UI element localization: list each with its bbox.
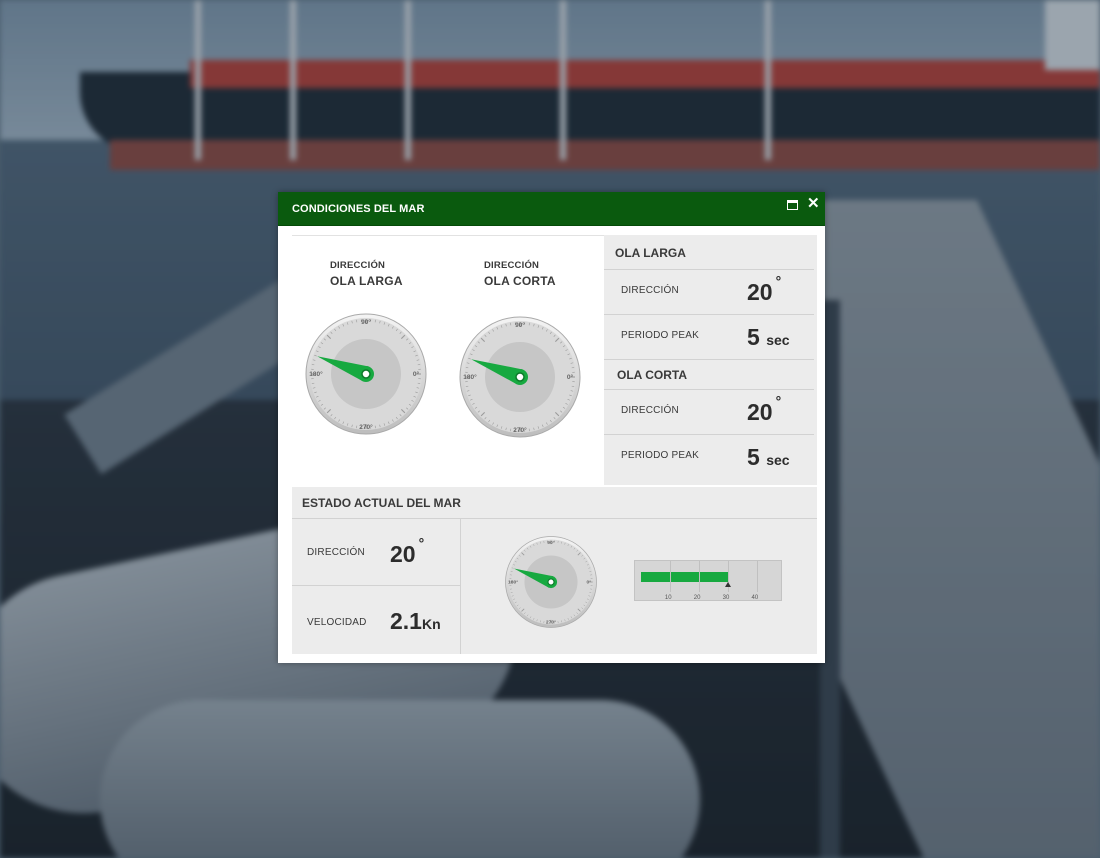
speed-bar-fill — [641, 572, 728, 582]
short-wave-gauge-label-big: OLA CORTA — [484, 274, 556, 288]
short-wave-direction-unit: ° — [775, 393, 782, 409]
short-wave-gauge-label-small: DIRECCIÓN — [484, 260, 540, 271]
gauge-label-90: 90° — [361, 318, 371, 326]
short-wave-direction-label: DIRECCIÓN — [621, 405, 679, 416]
current-sea-state-panel: ESTADO ACTUAL DEL MAR DIRECCIÓN 20 ° VELO… — [292, 487, 817, 654]
current-direction-number: 20 — [390, 541, 416, 567]
long-wave-direction-number: 20 — [747, 279, 773, 305]
long-wave-gauge-label-small: DIRECCIÓN — [330, 260, 386, 271]
current-speed-bar: 10 20 30 40 — [634, 560, 782, 604]
gauge-label-0: 0° — [587, 580, 592, 586]
speed-bar-tick-label: 30 — [722, 595, 730, 601]
current-direction-compass-gauge: 90° 180° 0° 270° — [504, 535, 598, 629]
speed-bar-gridline — [698, 561, 700, 592]
short-wave-section-title: OLA CORTA — [617, 368, 687, 382]
gauge-hub-center — [515, 372, 525, 382]
short-wave-direction-number: 20 — [747, 399, 773, 425]
gauge-hub-center — [361, 369, 371, 379]
current-speed-value: 2.1Kn — [390, 608, 441, 635]
short-wave-direction-row: DIRECCIÓN 20 ° — [604, 389, 814, 434]
close-icon[interactable]: ✕ — [807, 195, 820, 213]
current-sea-state-title: ESTADO ACTUAL DEL MAR — [292, 487, 817, 519]
short-wave-period-label: PERIODO PEAK — [621, 450, 699, 461]
speed-bar-marker — [724, 582, 731, 587]
short-wave-period-row: PERIODO PEAK 5 sec — [604, 434, 814, 479]
compass-dial: 90° 180° 0° 270° — [505, 536, 597, 628]
short-wave-section-header: OLA CORTA — [604, 359, 814, 389]
long-wave-direction-label: DIRECCIÓN — [621, 285, 679, 296]
wave-data-panel: OLA LARGA DIRECCIÓN 20 ° PERIODO PEAK 5 s… — [604, 235, 817, 485]
window-maximize-icon[interactable] — [787, 200, 798, 210]
sea-conditions-dialog: CONDICIONES DEL MAR ✕ DIRECCIÓN OLA LARG… — [278, 192, 825, 663]
divider — [460, 519, 461, 654]
dialog-title-bar[interactable]: CONDICIONES DEL MAR ✕ — [278, 192, 825, 226]
gauge-label-90: 90° — [515, 321, 525, 329]
gauge-label-180: 180° — [463, 373, 477, 381]
compass-dial: 90° 180° 0° 270° — [459, 316, 581, 438]
short-wave-gauge-label: DIRECCIÓN OLA CORTA — [484, 260, 556, 288]
short-wave-period-unit: sec — [766, 452, 790, 468]
gauge-label-0: 0° — [567, 373, 574, 381]
short-wave-direction-value: 20 ° — [747, 393, 781, 426]
current-direction-row: DIRECCIÓN 20 ° — [292, 519, 460, 586]
speed-bar-tick-label: 40 — [751, 595, 759, 601]
dialog-title: CONDICIONES DEL MAR — [292, 203, 425, 215]
current-speed-number: 2.1 — [390, 608, 422, 634]
short-wave-period-number: 5 — [747, 444, 760, 470]
gauge-label-180: 180° — [508, 580, 518, 586]
compass-dial: 90° 180° 0° 270° — [305, 313, 427, 435]
long-wave-period-row: PERIODO PEAK 5 sec — [604, 314, 814, 359]
speed-bar-gridline — [727, 561, 729, 592]
speed-bar-gridline — [756, 561, 758, 592]
speed-bar-tick-label: 20 — [693, 595, 701, 601]
gauge-label-270: 270° — [359, 423, 373, 431]
speed-bar-tick-label: 10 — [664, 595, 672, 601]
current-speed-row: VELOCIDAD 2.1Kn — [292, 586, 460, 653]
long-wave-section-title: OLA LARGA — [615, 246, 686, 260]
short-wave-period-value: 5 sec — [747, 444, 790, 471]
current-speed-label: VELOCIDAD — [307, 617, 367, 628]
current-direction-value: 20 ° — [390, 535, 424, 568]
long-wave-gauge-label: DIRECCIÓN OLA LARGA — [330, 260, 403, 288]
gauge-label-90: 90° — [547, 540, 554, 546]
gauge-label-0: 0° — [413, 370, 420, 378]
gauge-label-270: 270° — [513, 426, 527, 434]
long-wave-period-number: 5 — [747, 324, 760, 350]
wave-direction-gauges-panel: DIRECCIÓN OLA LARGA DIRECCIÓN OLA CORTA … — [292, 235, 604, 486]
speed-bar-gridline — [669, 561, 671, 592]
gauge-label-180: 180° — [309, 370, 323, 378]
short-wave-compass-gauge: 90° 180° 0° 270° — [458, 315, 582, 439]
long-wave-period-unit: sec — [766, 332, 790, 348]
long-wave-compass-gauge: 90° 180° 0° 270° — [304, 312, 428, 436]
long-wave-direction-value: 20 ° — [747, 273, 781, 306]
long-wave-direction-unit: ° — [775, 273, 782, 289]
gauge-hub-center — [547, 578, 555, 586]
long-wave-period-value: 5 sec — [747, 324, 790, 351]
current-speed-unit: Kn — [421, 616, 441, 632]
long-wave-direction-row: DIRECCIÓN 20 ° — [604, 269, 814, 314]
current-direction-label: DIRECCIÓN — [307, 547, 365, 558]
long-wave-gauge-label-big: OLA LARGA — [330, 274, 403, 288]
current-direction-unit: ° — [418, 535, 425, 551]
gauge-label-270: 270° — [546, 620, 556, 626]
long-wave-period-label: PERIODO PEAK — [621, 330, 699, 341]
